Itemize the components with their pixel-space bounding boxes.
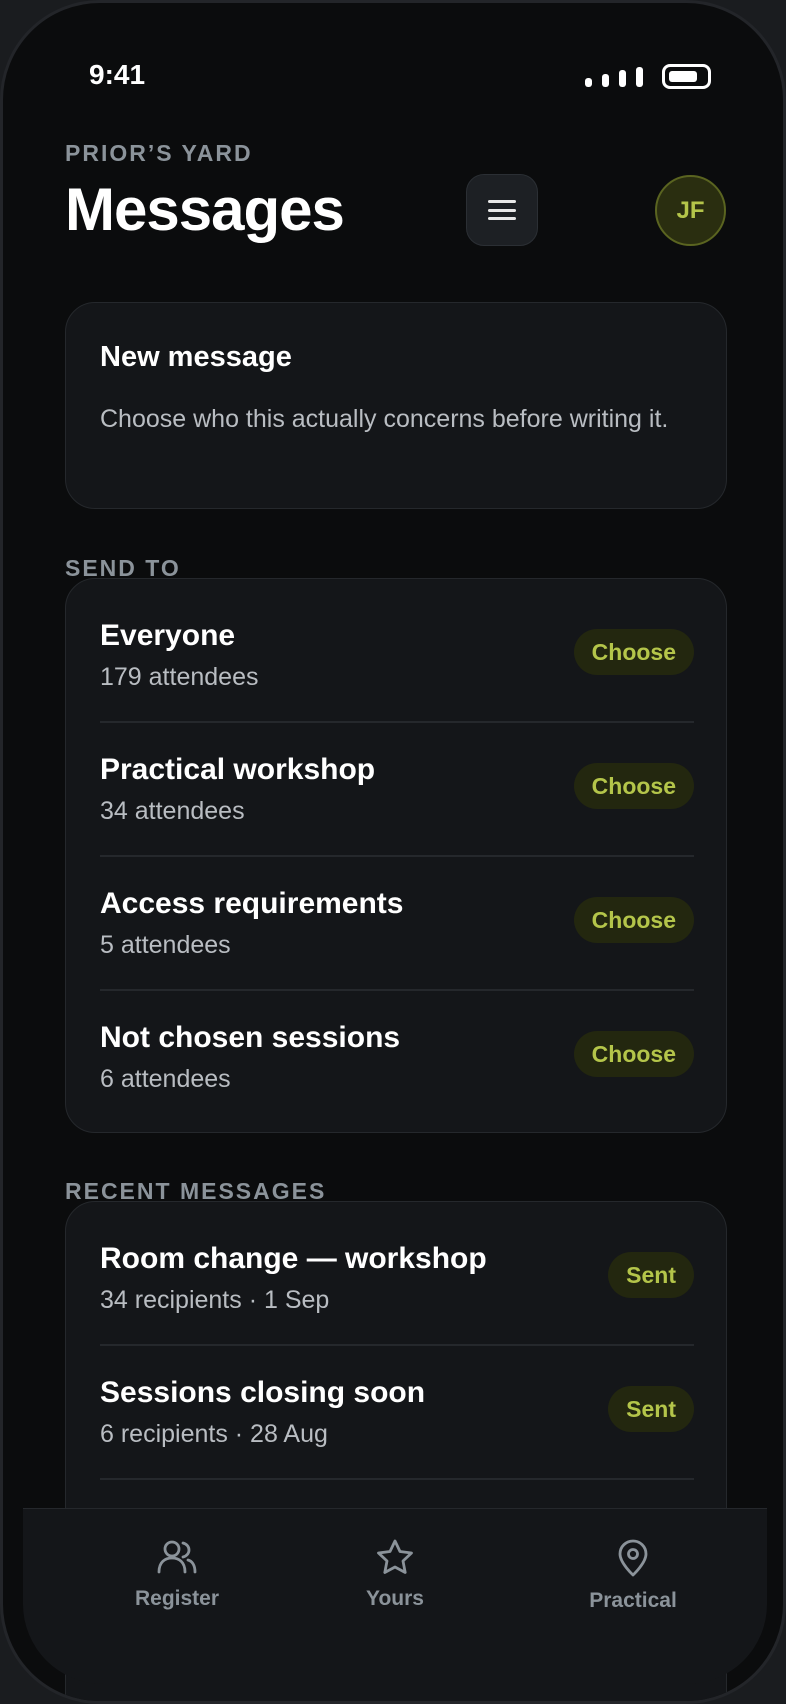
list-item[interactable]: Access requirements 5 attendees Choose — [100, 887, 694, 982]
tab-label: Yours — [366, 1587, 424, 1610]
status-badge: Sent — [608, 1252, 694, 1298]
venue-label: PRIOR’S YARD — [65, 140, 253, 166]
menu-button[interactable] — [466, 174, 538, 246]
list-item[interactable]: Not chosen sessions 6 attendees Choose — [100, 1021, 694, 1116]
phone-frame: 9:41 PRIOR’S YARD Messages JF New messag… — [0, 0, 786, 1704]
recipient-title: Everyone — [100, 619, 236, 652]
map-pin-icon — [618, 1539, 648, 1577]
list-item[interactable]: Everyone 179 attendees Choose — [100, 619, 694, 714]
choose-button[interactable]: Choose — [573, 1031, 694, 1077]
send-to-list: Everyone 179 attendees Choose Practical … — [65, 578, 727, 1133]
star-icon — [377, 1539, 413, 1574]
tab-practical[interactable]: Practical — [553, 1539, 713, 1613]
recipient-count: 5 attendees — [100, 931, 231, 959]
message-title: Sessions closing soon — [100, 1376, 426, 1409]
divider — [100, 1478, 694, 1480]
message-meta: 34 recipients · 1 Sep — [100, 1286, 330, 1314]
tab-bar: Register Yours Practical — [23, 1508, 767, 1684]
recipient-title: Access requirements — [100, 887, 404, 920]
choose-button[interactable]: Choose — [573, 763, 694, 809]
recipient-count: 179 attendees — [100, 663, 259, 691]
hamburger-icon — [488, 200, 516, 220]
divider — [100, 1344, 694, 1346]
signal-icon — [585, 67, 643, 87]
recipient-count: 34 attendees — [100, 797, 245, 825]
divider — [100, 721, 694, 723]
tab-label: Practical — [589, 1589, 677, 1612]
list-item[interactable]: Practical workshop 34 attendees Choose — [100, 753, 694, 848]
status-time: 9:41 — [89, 59, 146, 90]
choose-button[interactable]: Choose — [573, 897, 694, 943]
status-badge: Sent — [608, 1386, 694, 1432]
recipient-title: Practical workshop — [100, 753, 376, 786]
tab-label: Register — [134, 1587, 220, 1610]
divider — [100, 989, 694, 991]
divider — [100, 855, 694, 857]
users-icon — [157, 1540, 197, 1574]
new-message-description: Choose who this actually concerns before… — [100, 405, 669, 433]
choose-button[interactable]: Choose — [573, 629, 694, 675]
new-message-title: New message — [100, 341, 292, 373]
recipient-count: 6 attendees — [100, 1065, 231, 1093]
message-meta: 6 recipients · 28 Aug — [100, 1420, 328, 1448]
list-item[interactable]: Room change — workshop 34 recipients · 1… — [100, 1242, 694, 1337]
page-title: Messages — [65, 176, 345, 243]
tab-yours[interactable]: Yours — [315, 1539, 475, 1611]
message-title: Room change — workshop — [100, 1242, 487, 1275]
battery-icon — [662, 64, 711, 89]
tab-register[interactable]: Register — [97, 1539, 257, 1611]
list-item[interactable]: Sessions closing soon 6 recipients · 28 … — [100, 1376, 694, 1471]
recipient-title: Not chosen sessions — [100, 1021, 401, 1054]
status-bar: 9:41 — [3, 3, 783, 143]
avatar[interactable]: JF — [655, 175, 726, 246]
new-message-card[interactable]: New message Choose who this actually con… — [65, 302, 727, 509]
